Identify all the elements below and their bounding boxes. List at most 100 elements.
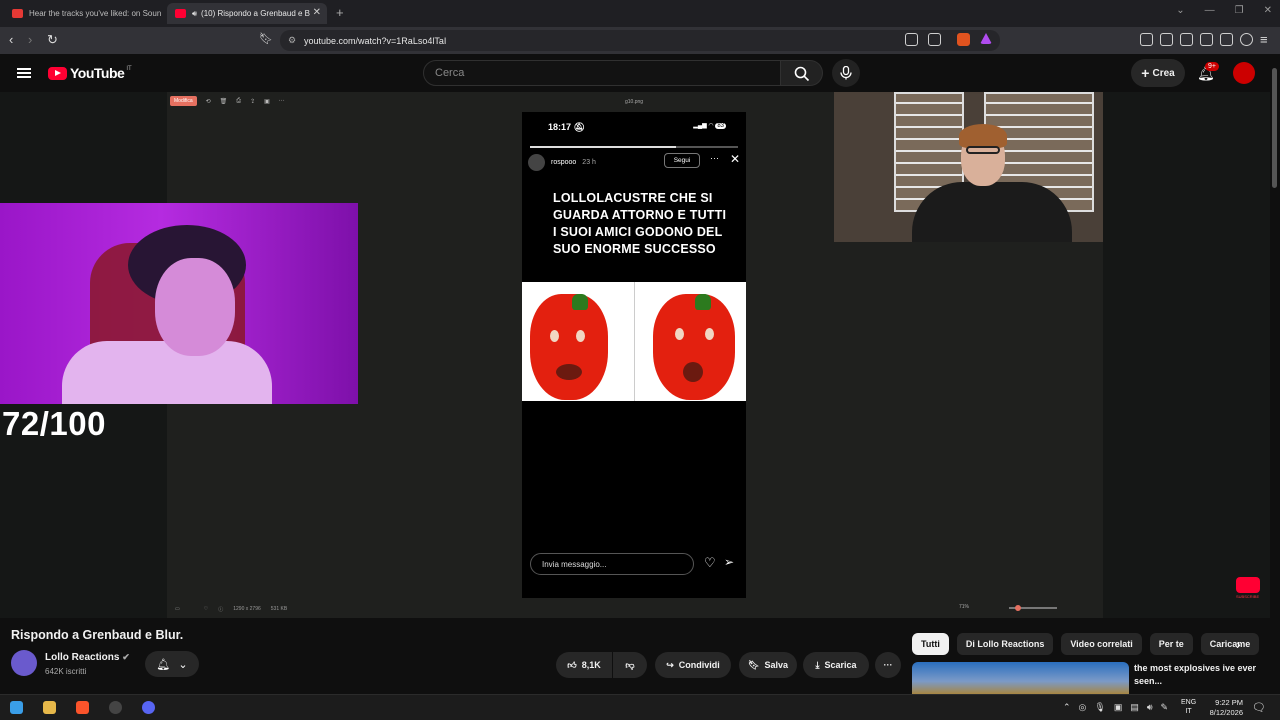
save-label: Salva [764,660,788,670]
chip-for-you[interactable]: Per te [1149,633,1193,655]
menu-icon[interactable]: ≡ [1260,32,1268,47]
close-tab-icon[interactable]: ✕ [313,7,321,18]
person-body [62,341,272,404]
new-tab-button[interactable]: + [336,5,344,20]
story-progress-fill [530,146,676,148]
search-button[interactable] [781,60,823,86]
bell-icon: 🔔︎ [156,658,171,671]
tab-search-icon[interactable]: ⌄ [1176,5,1184,16]
windows-taskbar: ⌃ ◎ 🎙︎ ▣ ▤ 🔊︎ ✎ ENG IT 9:22 PM 8/12/2026… [0,694,1280,720]
pen-icon[interactable]: ✎ [1161,702,1169,713]
tab-soundcloud[interactable]: Hear the tracks you've liked: on Soun [4,3,162,24]
voice-search-button[interactable] [832,59,860,87]
discord-icon[interactable] [142,701,155,714]
chip-related[interactable]: Video correlati [1061,633,1142,655]
chevron-right-icon[interactable]: › [1236,636,1241,652]
rating-score: 72/100 [2,405,106,442]
cast-icon[interactable] [928,33,941,46]
reload-button[interactable]: ↻ [47,32,58,48]
pepper-mouth [682,362,703,382]
subscription-bell-button[interactable]: 🔔︎ ⌄ [145,651,199,677]
extensions-icon[interactable] [1140,33,1153,46]
brave-browser-icon[interactable] [76,701,89,714]
chevron-up-icon[interactable]: ⌃ [1063,702,1071,713]
left-webcam-overlay [0,203,358,404]
tab-label: Hear the tracks you've liked: on Soun [29,9,162,18]
close-window-button[interactable]: ✕ [1264,5,1272,16]
download-button[interactable]: ⤓ Scarica [803,652,869,678]
zoom-slider [1009,605,1057,611]
forward-button[interactable]: › [28,32,32,47]
recommended-thumbnail[interactable] [912,662,1129,694]
chip-from-channel[interactable]: Di Lollo Reactions [956,633,1054,655]
smiling-pepper [522,282,634,401]
pepper-eye [674,328,684,340]
share-button[interactable]: ↪ Condividi [655,652,731,678]
create-button[interactable]: + Crea [1131,59,1185,87]
story-username: rospooo [551,159,577,166]
thumbs-up-icon: 👍︎ [567,659,577,670]
slideshow-icon: ▭ [175,606,180,612]
recommended-title[interactable]: the most explosives ive ever seen... [1134,662,1264,688]
translate-icon[interactable] [905,33,918,46]
phone-status-icons: ▂▄▆ ◠ 83 [693,123,726,129]
language-code: ENG [1181,699,1197,706]
taskbar-clock[interactable]: 9:22 PM 8/12/2026 [1203,698,1243,718]
notification-center-icon[interactable]: 🗨︎ [1252,701,1266,714]
page-scrollbar[interactable] [1272,68,1277,188]
save-button[interactable]: 🔖︎ Salva [739,652,797,678]
brave-rewards-icon[interactable] [980,33,992,44]
channel-avatar[interactable] [11,650,37,676]
music-icon[interactable] [1160,33,1173,46]
minimize-button[interactable]: — [1205,5,1215,16]
modify-button: Modifica [170,96,197,106]
youtube-logo[interactable]: YouTube IT [48,65,132,81]
favorite-icon: ♡ [203,606,209,612]
tray-app-icon[interactable]: ◎ [1079,702,1087,713]
volume-icon[interactable]: 🔊︎ [1147,702,1153,713]
clock-time: 9:22 PM [1215,698,1243,707]
sidebar-icon[interactable] [1180,33,1193,46]
bookmark-icon[interactable]: 🔖︎ [259,32,273,45]
maximize-button[interactable]: ❐ [1235,5,1244,16]
person-body [912,182,1072,242]
print-icon: ⎙ [236,97,242,104]
chip-all[interactable]: Tutti [912,633,949,655]
more-icon: ··· [883,660,893,670]
dislike-button[interactable]: 👎︎ [613,652,647,678]
share-label: Condividi [678,660,720,670]
phone-time: 18:17 [548,122,572,132]
channel-name[interactable]: Lollo Reactions ✔︎ [45,652,130,663]
start-button-icon[interactable] [10,701,23,714]
tab-youtube[interactable]: 🔊︎ (10) Rispondo a Grenbaud e B ✕ [167,3,327,24]
file-explorer-icon[interactable] [43,701,56,714]
wallet-icon[interactable] [1200,33,1213,46]
more-actions-button[interactable]: ··· [875,652,901,678]
brave-shields-icon[interactable] [957,33,970,46]
video-player[interactable]: Modifica ⟲ 🗑︎ ⎙ ⇪ ▣ ··· g10.png ▭ ♡ ⓘ 12… [0,92,1270,618]
site-info-icon[interactable]: ⚙︎ [288,35,296,46]
search-input[interactable]: Cerca [423,60,781,86]
leo-ai-icon[interactable] [1220,33,1233,46]
network-icon[interactable]: ▤ [1130,702,1139,713]
glasses [966,146,1000,154]
pepper-meme-image [522,282,746,401]
microphone-icon[interactable]: 🎙︎ [1094,702,1105,713]
system-tray: ⌃ ◎ 🎙︎ ▣ ▤ 🔊︎ ✎ [1063,702,1168,713]
like-button[interactable]: 👍︎ 8,1K [556,652,612,678]
nvidia-icon[interactable]: ▣ [1114,702,1123,713]
instagram-story-screenshot: 18:17 🔕︎ ▂▄▆ ◠ 83 rospooo 23 h Segui ···… [522,112,746,598]
input-language[interactable]: ENG IT [1181,698,1196,716]
vpn-icon[interactable] [1240,33,1253,46]
url-text: youtube.com/watch?v=1RaLso4lTaI [304,35,447,46]
obs-icon[interactable] [109,701,122,714]
viewer-toolbar: Modifica ⟲ 🗑︎ ⎙ ⇪ ▣ ··· [170,96,285,106]
account-avatar[interactable] [1233,62,1255,84]
back-button[interactable]: ‹ [9,32,13,47]
subscribe-watermark[interactable]: SUBSCRIBE [1236,577,1262,603]
hamburger-menu-icon[interactable] [17,68,31,78]
battery-level: 83 [715,123,726,129]
url-field[interactable]: ⚙︎ youtube.com/watch?v=1RaLso4lTaI [280,30,1000,51]
chip-uploaded[interactable]: Caricame [1200,633,1260,655]
youtube-wordmark: YouTube [70,65,125,81]
